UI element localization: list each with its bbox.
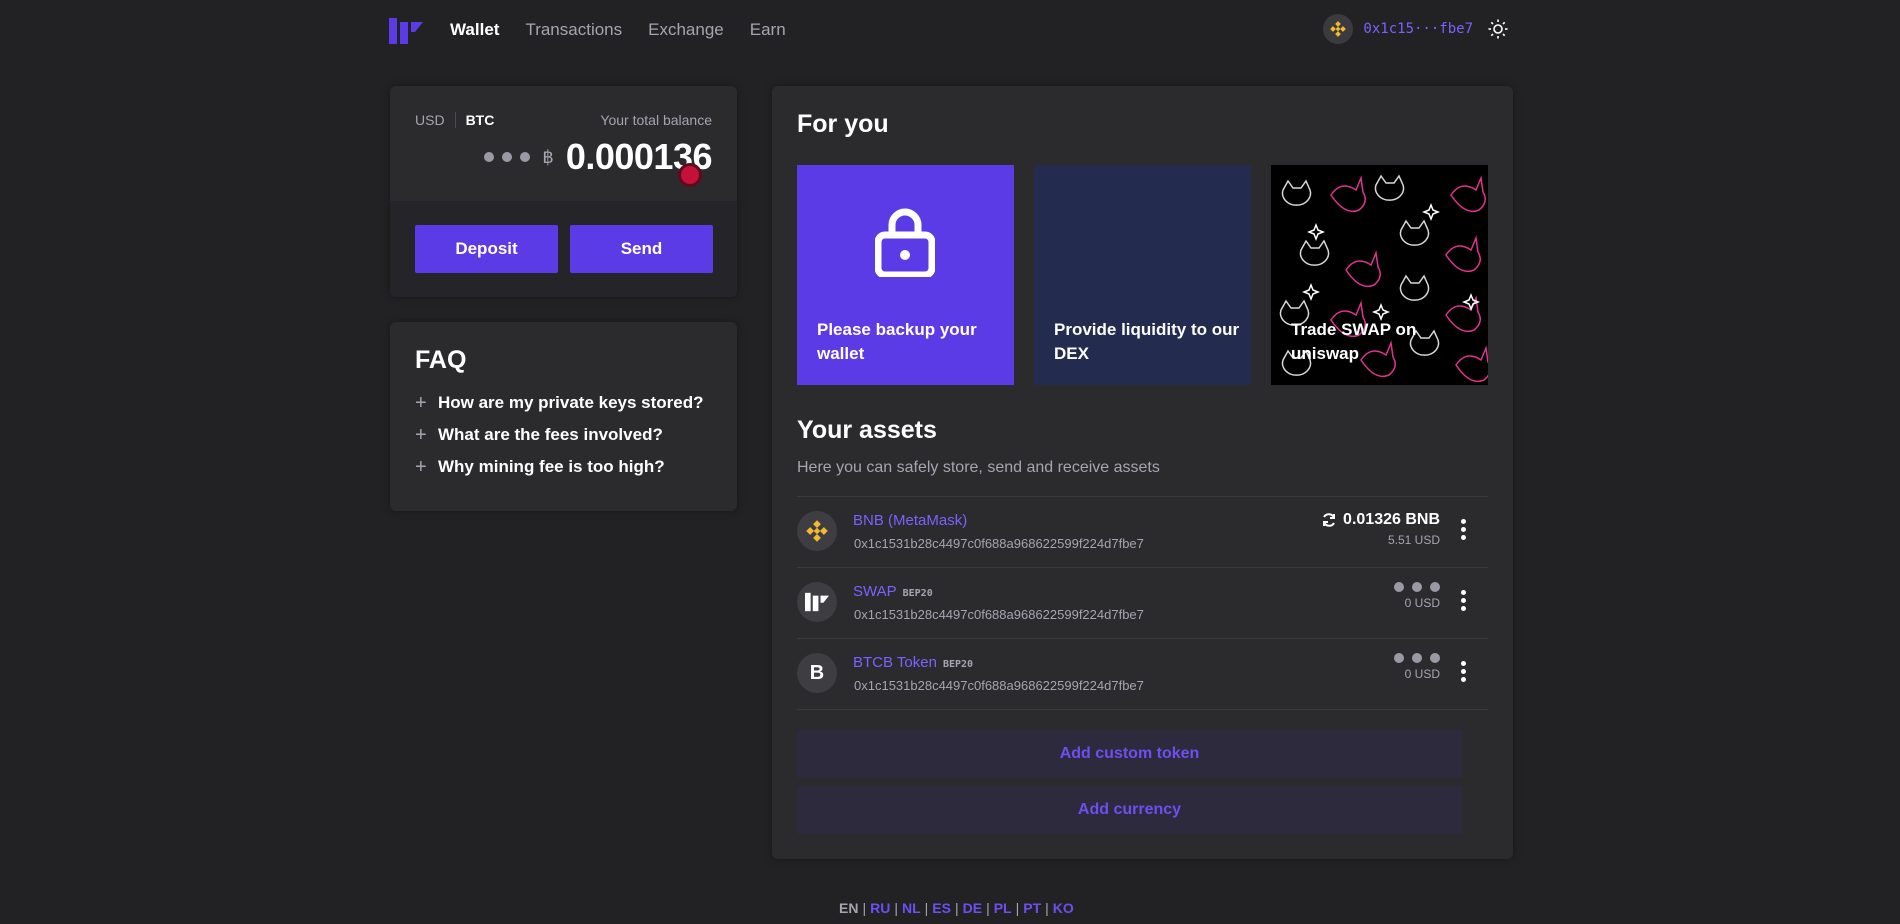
swap-logo-icon[interactable] [389,16,423,46]
for-you-title: For you [797,110,889,138]
lang-en[interactable]: EN [839,900,858,916]
currency-btc-toggle[interactable]: BTC [466,112,505,128]
deposit-button[interactable]: Deposit [415,225,558,273]
token-standard-badge: BEP20 [902,588,933,599]
language-switcher: EN | RU | NL | ES | DE | PL | PT | KO [839,900,1074,916]
loading-dots [1394,582,1440,592]
asset-name[interactable]: BNB (MetaMask) [853,512,967,529]
nav-transactions[interactable]: Transactions [525,20,622,40]
nav-exchange[interactable]: Exchange [648,20,724,40]
bnb-icon [1323,14,1354,44]
faq-question: How are my private keys stored? [438,393,704,412]
bnb-icon [797,511,837,551]
currency-usd-toggle[interactable]: USD [415,112,456,128]
lang-de[interactable]: DE [963,900,982,916]
lang-pl[interactable]: PL [994,900,1012,916]
promo-backup-wallet[interactable]: Please backup your wallet [797,165,1014,385]
balance-top: USD BTC Your total balance ฿ 0.000136 [390,86,737,201]
faq-item[interactable]: + What are the fees involved? [415,419,704,451]
main-card: For you Please backup your wallet Provid… [772,86,1513,859]
faq-card: FAQ + How are my private keys stored? + … [390,322,737,511]
asset-usd-value: 0 USD [1404,596,1440,610]
faq-question: What are the fees involved? [438,425,663,444]
nav-earn[interactable]: Earn [750,20,786,40]
more-menu-icon[interactable] [1461,519,1466,540]
lock-icon [875,208,935,277]
promo-uniswap[interactable]: Trade SWAP on uniswap [1271,165,1488,385]
add-custom-token-button[interactable]: Add custom token [797,730,1462,778]
loading-dots [484,152,531,162]
asset-name[interactable]: SWAP BEP20 [853,583,933,600]
more-menu-icon[interactable] [1461,590,1466,611]
asset-row-bnb[interactable]: BNB (MetaMask) 0x1c1531b28c4497c0f688a96… [797,497,1488,568]
plus-icon: + [415,455,427,478]
plus-icon: + [415,391,427,414]
asset-row-btcb[interactable]: B BTCB Token BEP20 0x1c1531b28c4497c0f688… [797,639,1488,710]
faq-list: + How are my private keys stored? + What… [415,387,704,483]
lang-pt[interactable]: PT [1023,900,1041,916]
asset-address: 0x1c1531b28c4497c0f688a968622599f224d7fb… [854,607,1144,622]
promo-text: Please backup your wallet [817,320,977,363]
token-standard-badge: BEP20 [942,659,974,670]
faq-question: Why mining fee is too high? [438,457,665,476]
nav-wallet[interactable]: Wallet [450,20,499,40]
btc-symbol: ฿ [542,146,554,167]
record-indicator-icon [678,163,702,187]
lang-nl[interactable]: NL [902,900,921,916]
asset-balance: 0 USD [1394,582,1440,610]
balance-card: USD BTC Your total balance ฿ 0.000136 De… [390,86,737,297]
assets-subtitle: Here you can safely store, send and rece… [797,459,1160,476]
send-button[interactable]: Send [570,225,713,273]
faq-item[interactable]: + Why mining fee is too high? [415,451,704,483]
promo-text: Trade SWAP on uniswap [1291,320,1417,363]
asset-balance: 0 USD [1394,653,1440,681]
more-menu-icon[interactable] [1461,661,1466,682]
account-area: 0x1c15···fbe7 [1323,14,1513,44]
plus-icon: + [415,423,427,446]
asset-amount: 0.01326 BNB [1343,511,1440,528]
add-currency-button[interactable]: Add currency [797,786,1462,834]
main-nav: Wallet Transactions Exchange Earn [450,20,786,40]
faq-item[interactable]: + How are my private keys stored? [415,387,704,419]
asset-usd-value: 5.51 USD [1387,533,1440,547]
asset-list: BNB (MetaMask) 0x1c1531b28c4497c0f688a96… [797,496,1488,710]
top-bar: Wallet Transactions Exchange Earn 0x1c15… [389,0,1513,60]
asset-address: 0x1c1531b28c4497c0f688a968622599f224d7fb… [854,678,1144,693]
sun-icon[interactable] [1483,14,1513,44]
asset-usd-value: 0 USD [1404,667,1440,681]
lang-ko[interactable]: KO [1053,900,1074,916]
lang-ru[interactable]: RU [870,900,890,916]
faq-title: FAQ [415,346,467,374]
asset-balance: 0.01326 BNB 5.51 USD [1321,511,1440,547]
loading-dots [1394,653,1440,663]
currency-toggle: USD BTC [415,112,504,128]
asset-name[interactable]: BTCB Token BEP20 [853,654,973,671]
assets-title: Your assets [797,416,937,444]
balance-actions: Deposit Send [390,201,737,297]
lang-es[interactable]: ES [932,900,951,916]
promo-liquidity[interactable]: Provide liquidity to our DEX [1034,165,1251,385]
wallet-address[interactable]: 0x1c15···fbe7 [1363,21,1473,37]
asset-address: 0x1c1531b28c4497c0f688a968622599f224d7fb… [854,536,1144,551]
promo-text: Provide liquidity to our DEX [1054,320,1240,363]
btcb-letter-icon: B [797,653,837,693]
swap-logo-icon [797,582,837,622]
refresh-icon[interactable] [1321,512,1337,528]
total-balance-label: Your total balance [600,112,712,128]
asset-row-swap[interactable]: SWAP BEP20 0x1c1531b28c4497c0f688a9686225… [797,568,1488,639]
